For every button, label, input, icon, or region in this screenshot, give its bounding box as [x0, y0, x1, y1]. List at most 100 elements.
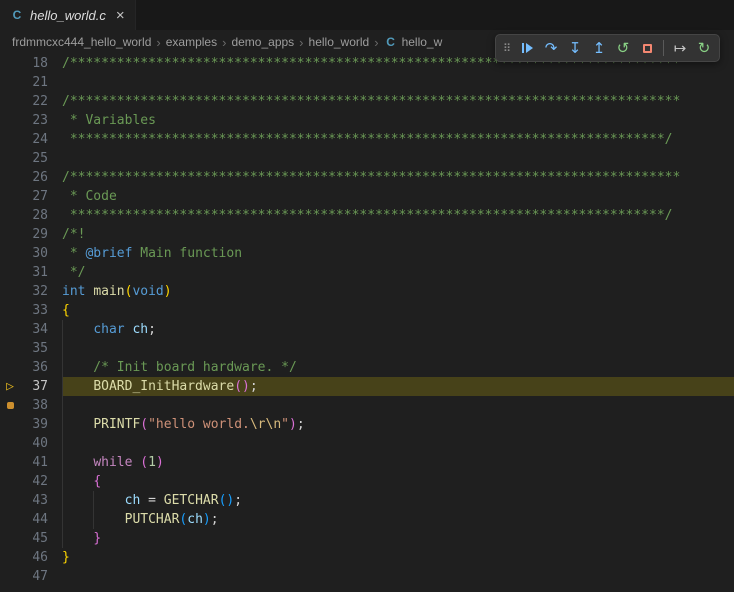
line-content[interactable]: ****************************************… [62, 130, 734, 149]
code-line[interactable]: 47 [0, 567, 734, 586]
code-line[interactable]: 46} [0, 548, 734, 567]
line-number[interactable]: 33 [20, 301, 48, 320]
line-number[interactable]: 31 [20, 263, 48, 282]
breadcrumb-item[interactable]: frdmmcxc444_hello_world [12, 35, 151, 49]
line-number[interactable]: 32 [20, 282, 48, 301]
line-content[interactable]: * Code [62, 187, 734, 206]
line-content[interactable]: PUTCHAR(ch); [62, 510, 734, 529]
line-content[interactable]: * @brief Main function [62, 244, 734, 263]
line-number[interactable]: 39 [20, 415, 48, 434]
run-to-cursor-button[interactable]: ↦ [668, 36, 692, 60]
line-content[interactable] [62, 149, 734, 168]
line-number[interactable]: 24 [20, 130, 48, 149]
line-number[interactable]: 37 [20, 377, 48, 396]
restart-button[interactable]: ↺ [611, 36, 635, 60]
code-line[interactable]: 26 /*************************************… [0, 168, 734, 187]
drag-handle-icon[interactable]: ⠿ [499, 36, 515, 60]
line-content[interactable] [62, 434, 734, 453]
close-icon[interactable]: × [116, 8, 125, 23]
code-line[interactable]: 30 * @brief Main function [0, 244, 734, 263]
line-number[interactable]: 46 [20, 548, 48, 567]
code-line[interactable]: 21 [0, 73, 734, 92]
line-number[interactable]: 22 [20, 92, 48, 111]
code-line[interactable]: 41 while (1) [0, 453, 734, 472]
line-number[interactable]: 23 [20, 111, 48, 130]
code-line[interactable]: 22 /*************************************… [0, 92, 734, 111]
line-content[interactable]: */ [62, 263, 734, 282]
line-number[interactable]: 27 [20, 187, 48, 206]
line-number[interactable]: 44 [20, 510, 48, 529]
code-line[interactable]: 31 */ [0, 263, 734, 282]
breadcrumb-item[interactable]: examples [166, 35, 217, 49]
line-number[interactable]: 35 [20, 339, 48, 358]
line-content[interactable] [62, 567, 734, 586]
breadcrumb-item[interactable]: hello_world [309, 35, 370, 49]
continue-button[interactable] [515, 36, 539, 60]
code-line[interactable]: 28 *************************************… [0, 206, 734, 225]
line-content[interactable]: while (1) [62, 453, 734, 472]
debug-current-line-arrow-icon[interactable]: ▷ [0, 377, 20, 396]
line-content[interactable] [62, 339, 734, 358]
code-line[interactable]: 33 { [0, 301, 734, 320]
line-content[interactable]: } [62, 548, 734, 567]
stop-button[interactable] [635, 36, 659, 60]
code-line[interactable]: 29 /*! [0, 225, 734, 244]
code-line[interactable]: 25 [0, 149, 734, 168]
code-line[interactable]: 38 [0, 396, 734, 415]
step-out-button[interactable]: ↥ [587, 36, 611, 60]
step-into-button[interactable]: ↧ [563, 36, 587, 60]
line-content[interactable]: BOARD_InitHardware(); [62, 377, 734, 396]
code-line[interactable]: 40 [0, 434, 734, 453]
line-content[interactable]: { [62, 301, 734, 320]
line-number[interactable]: 38 [20, 396, 48, 415]
line-content[interactable]: /***************************************… [62, 92, 734, 111]
line-number[interactable]: 30 [20, 244, 48, 263]
line-number[interactable]: 18 [20, 54, 48, 73]
line-number[interactable]: 26 [20, 168, 48, 187]
line-content[interactable]: /*! [62, 225, 734, 244]
line-number[interactable]: 36 [20, 358, 48, 377]
line-number[interactable]: 47 [20, 567, 48, 586]
line-number[interactable]: 25 [20, 149, 48, 168]
code-line[interactable]: ▷37 BOARD_InitHardware(); [0, 377, 734, 396]
line-content[interactable]: int main(void) [62, 282, 734, 301]
code-line[interactable]: 35 [0, 339, 734, 358]
breadcrumb-item[interactable]: demo_apps [231, 35, 294, 49]
code-line[interactable]: 36 /* Init board hardware. */ [0, 358, 734, 377]
line-number[interactable]: 43 [20, 491, 48, 510]
reset-target-button[interactable]: ↻ [692, 36, 716, 60]
line-content[interactable]: ****************************************… [62, 206, 734, 225]
line-content[interactable]: * Variables [62, 111, 734, 130]
tab-hello-world-c[interactable]: C hello_world.c × [0, 0, 136, 30]
step-over-button[interactable]: ↷ [539, 36, 563, 60]
line-content[interactable]: /***************************************… [62, 168, 734, 187]
line-content[interactable]: ch = GETCHAR(); [62, 491, 734, 510]
line-content[interactable]: /* Init board hardware. */ [62, 358, 734, 377]
line-number[interactable]: 29 [20, 225, 48, 244]
line-content[interactable] [62, 396, 734, 415]
code-line[interactable]: 34 char ch; [0, 320, 734, 339]
code-line[interactable]: 32 int main(void) [0, 282, 734, 301]
line-content[interactable] [62, 73, 734, 92]
line-number[interactable]: 28 [20, 206, 48, 225]
breakpoint-dot-icon[interactable] [0, 396, 20, 415]
code-line[interactable]: 42 { [0, 472, 734, 491]
line-content[interactable]: char ch; [62, 320, 734, 339]
line-number[interactable]: 45 [20, 529, 48, 548]
code-line[interactable]: 43 ch = GETCHAR(); [0, 491, 734, 510]
line-content[interactable]: { [62, 472, 734, 491]
code-line[interactable]: 44 PUTCHAR(ch); [0, 510, 734, 529]
line-content[interactable]: PRINTF("hello world.\r\n"); [62, 415, 734, 434]
line-number[interactable]: 21 [20, 73, 48, 92]
breadcrumb-item-file[interactable]: Chello_w [384, 35, 443, 49]
line-number[interactable]: 42 [20, 472, 48, 491]
line-number[interactable]: 41 [20, 453, 48, 472]
code-line[interactable]: 23 * Variables [0, 111, 734, 130]
code-line[interactable]: 39 PRINTF("hello world.\r\n"); [0, 415, 734, 434]
line-number[interactable]: 40 [20, 434, 48, 453]
code-line[interactable]: 45 } [0, 529, 734, 548]
line-number[interactable]: 34 [20, 320, 48, 339]
code-line[interactable]: 27 * Code [0, 187, 734, 206]
line-content[interactable]: } [62, 529, 734, 548]
code-line[interactable]: 24 *************************************… [0, 130, 734, 149]
